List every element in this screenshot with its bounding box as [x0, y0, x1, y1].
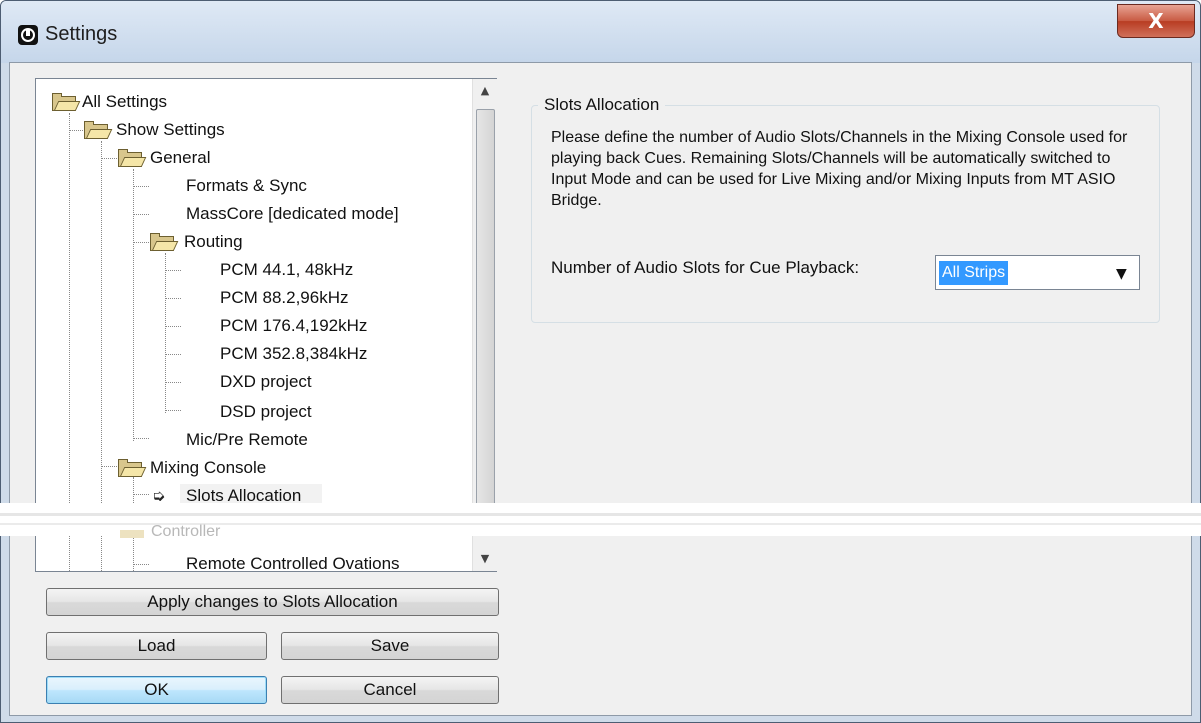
- tree-item-dxd-project[interactable]: DXD project: [220, 369, 312, 395]
- folder-icon: [118, 149, 147, 167]
- title-bar[interactable]: Settings X: [1, 1, 1200, 63]
- tree-item-pcm-352[interactable]: PCM 352.8,384kHz: [220, 341, 367, 367]
- tree-item-dsd-project[interactable]: DSD project: [220, 399, 312, 425]
- tree-item-mic-pre-remote[interactable]: Mic/Pre Remote: [186, 427, 308, 453]
- app-logo-icon[interactable]: [18, 25, 38, 45]
- group-title: Slots Allocation: [538, 95, 666, 115]
- tree-item-label: Mixing Console: [150, 458, 267, 477]
- ok-button[interactable]: OK: [46, 676, 267, 704]
- tree-item-label: General: [150, 148, 211, 167]
- tree-item-label: All Settings: [82, 92, 168, 111]
- tree-item-pcm-44[interactable]: PCM 44.1, 48kHz: [220, 257, 353, 283]
- load-button[interactable]: Load: [46, 632, 267, 660]
- folder-icon: [52, 93, 81, 111]
- audio-slots-label: Number of Audio Slots for Cue Playback:: [551, 258, 860, 277]
- apply-changes-button[interactable]: Apply changes to Slots Allocation: [46, 588, 499, 616]
- tree-item-controller[interactable]: Controller: [151, 523, 220, 541]
- close-button[interactable]: X: [1117, 4, 1195, 38]
- settings-tree[interactable]: All Settings Show Settings General Forma…: [35, 78, 497, 572]
- chevron-down-icon[interactable]: ▼: [1116, 266, 1127, 282]
- window-title: Settings: [45, 23, 118, 45]
- folder-icon: [118, 459, 147, 477]
- save-button[interactable]: Save: [281, 632, 499, 660]
- tree-item-pcm-88[interactable]: PCM 88.2,96kHz: [220, 285, 349, 311]
- tree-scrollbar[interactable]: ▲ ▼: [472, 79, 497, 571]
- tree-item-label: Show Settings: [116, 120, 225, 139]
- tree-item-remote-controlled-ovations[interactable]: Remote Controlled Ovations: [186, 551, 400, 571]
- folder-icon: [84, 121, 113, 139]
- cancel-button[interactable]: Cancel: [281, 676, 499, 704]
- scroll-up-icon[interactable]: ▲: [473, 79, 497, 103]
- description-text: Please define the number of Audio Slots/…: [551, 129, 1128, 209]
- audio-slots-select[interactable]: All Strips ▼: [935, 255, 1140, 290]
- scroll-thumb[interactable]: [476, 109, 495, 531]
- scroll-down-icon[interactable]: ▼: [473, 547, 497, 571]
- tree-item-masscore[interactable]: MassCore [dedicated mode]: [186, 201, 399, 227]
- audio-slots-value: All Strips: [939, 261, 1009, 285]
- tree-item-label: Routing: [184, 232, 243, 251]
- tree-item-formats-sync[interactable]: Formats & Sync: [186, 173, 307, 199]
- folder-icon: [150, 233, 179, 251]
- folder-icon: [120, 530, 144, 538]
- tree-item-pcm-176[interactable]: PCM 176.4,192kHz: [220, 313, 367, 339]
